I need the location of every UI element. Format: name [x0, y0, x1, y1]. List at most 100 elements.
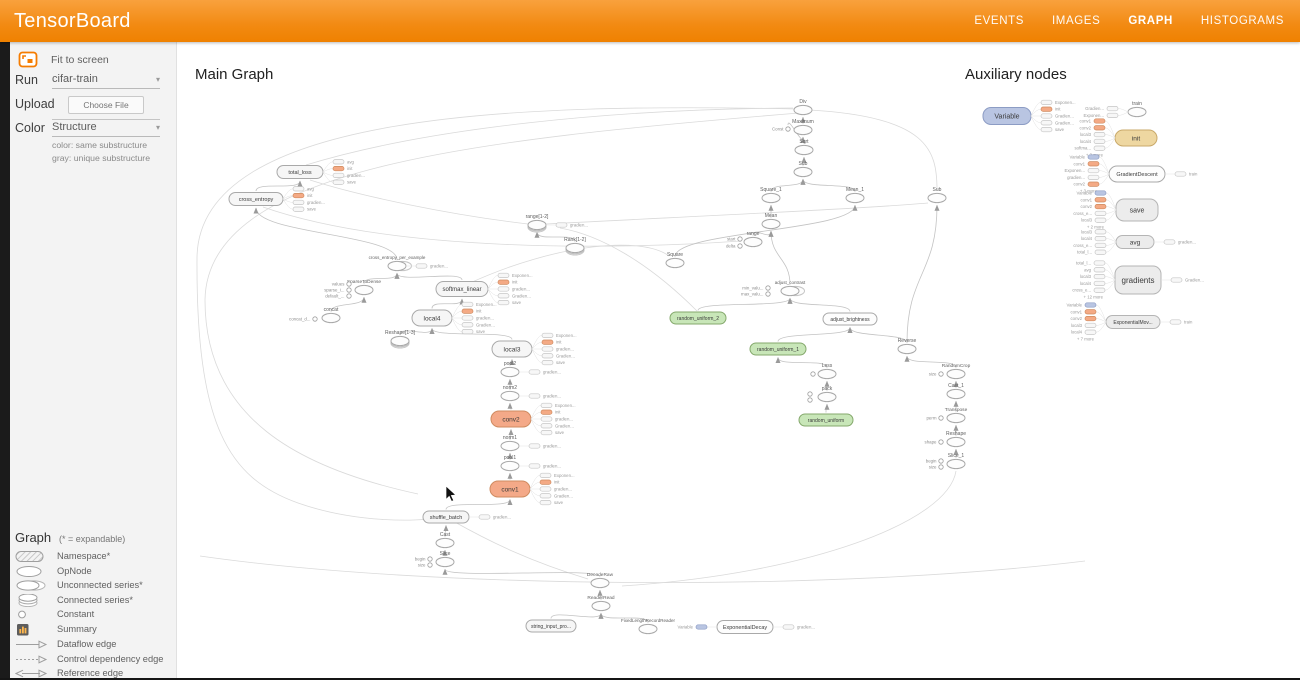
color-label: Color — [15, 121, 45, 135]
top-nav: EVENTS IMAGES GRAPH HISTOGRAMS — [974, 15, 1284, 27]
app-header: TensorBoard EVENTS IMAGES GRAPH HISTOGRA… — [0, 0, 1300, 42]
svg-text:gradien...: gradien... — [543, 464, 561, 469]
svg-text:conv2: conv2 — [1071, 316, 1083, 321]
svg-text:Gradien...: Gradien... — [476, 322, 495, 327]
svg-text:GradientDescent: GradientDescent — [1116, 172, 1158, 178]
svg-text:Rank[1-2]: Rank[1-2] — [564, 237, 586, 243]
svg-text:Slice: Slice — [440, 551, 451, 557]
run-select[interactable]: cifar-train ▾ — [52, 73, 160, 89]
svg-text:default_...: default_... — [325, 294, 344, 299]
tab-histograms[interactable]: HISTOGRAMS — [1201, 15, 1284, 27]
constant-icon — [15, 608, 51, 621]
svg-text:Div: Div — [799, 99, 807, 105]
svg-text:Exponen...: Exponen... — [556, 333, 577, 338]
svg-text:gradien...: gradien... — [556, 347, 574, 352]
svg-text:range: range — [747, 231, 760, 237]
svg-text:RandomCrop: RandomCrop — [942, 363, 971, 369]
tab-events[interactable]: EVENTS — [974, 15, 1024, 27]
control-dependency-edge-icon — [15, 653, 51, 666]
svg-text:Gradien...: Gradien... — [512, 293, 531, 298]
main-graph-title: Main Graph — [195, 66, 273, 83]
choose-file-button[interactable]: Choose File — [68, 96, 143, 114]
svg-text:gradien...: gradien... — [543, 394, 561, 399]
svg-text:Gradien...: Gradien... — [555, 423, 574, 428]
svg-text:Mean_1: Mean_1 — [846, 187, 864, 193]
svg-text:concat_d...: concat_d... — [289, 317, 310, 322]
namespace-icon — [15, 550, 51, 563]
svg-text:conv1: conv1 — [1080, 119, 1092, 124]
svg-text:Variable: Variable — [1070, 155, 1086, 160]
svg-text:gradien...: gradien... — [543, 370, 561, 375]
svg-text:+ 7 more: + 7 more — [1077, 337, 1095, 342]
left-edge-strip — [0, 42, 10, 680]
chevron-down-icon: ▾ — [156, 75, 160, 84]
svg-text:Transpose: Transpose — [945, 407, 968, 413]
fit-to-screen-label: Fit to screen — [51, 54, 109, 66]
svg-text:Cast: Cast — [440, 532, 451, 538]
legend-item-control-edge: Control dependency edge — [15, 653, 173, 667]
svg-text:local3: local3 — [1081, 218, 1093, 223]
graph-svg[interactable]: DivConstMaximumSqrtSubSquare_1Mean_1SubM… — [0, 0, 1300, 680]
summary-icon — [15, 623, 51, 636]
svg-text:string_input_pro...: string_input_pro... — [531, 624, 571, 630]
svg-text:Variable: Variable — [994, 114, 1019, 121]
svg-text:ReaderRead: ReaderRead — [587, 595, 615, 601]
svg-text:FixedLengthRecordReader: FixedLengthRecordReader — [621, 618, 676, 623]
svg-text:perm: perm — [926, 416, 936, 421]
svg-text:Square: Square — [667, 252, 683, 258]
svg-text:Reshape: Reshape — [946, 431, 966, 437]
svg-text:conv2: conv2 — [502, 416, 520, 423]
svg-text:Exponen...: Exponen... — [476, 302, 497, 307]
legend-item-namespace: Namespace* — [15, 550, 173, 564]
sidebar: Fit to screen Run cifar-train ▾ Upload C… — [10, 42, 177, 680]
svg-text:Exponen...: Exponen... — [554, 473, 575, 478]
svg-text:gradien...: gradien... — [493, 515, 511, 520]
svg-text:train: train — [1189, 172, 1198, 177]
svg-text:shape: shape — [925, 440, 938, 445]
legend-item-summary: Summary — [15, 623, 173, 637]
svg-text:size: size — [418, 563, 426, 568]
svg-text:cross_entropy: cross_entropy — [239, 197, 274, 203]
svg-text:Slice_1: Slice_1 — [948, 453, 965, 459]
opnode-icon — [15, 565, 51, 578]
auxiliary-nodes-title: Auxiliary nodes — [965, 66, 1067, 83]
chevron-down-icon: ▾ — [156, 123, 160, 132]
svg-text:Exponen...: Exponen... — [555, 403, 576, 408]
svg-text:conv2: conv2 — [1081, 204, 1093, 209]
svg-text:save: save — [556, 360, 566, 365]
svg-text:init: init — [1132, 135, 1141, 142]
svg-text:size: size — [929, 465, 937, 470]
svg-text:softma...: softma... — [1075, 146, 1091, 151]
svg-text:conv1: conv1 — [1081, 197, 1093, 202]
tab-images[interactable]: IMAGES — [1052, 15, 1100, 27]
svg-text:gradien...: gradien... — [554, 487, 572, 492]
svg-text:conv2: conv2 — [1074, 182, 1086, 187]
tab-graph[interactable]: GRAPH — [1128, 15, 1173, 27]
svg-text:save: save — [555, 430, 565, 435]
fit-to-screen-icon[interactable] — [18, 51, 38, 68]
svg-text:Mean: Mean — [765, 213, 778, 219]
svg-text:gradien...: gradien... — [543, 444, 561, 449]
svg-text:init: init — [555, 410, 561, 415]
svg-text:Variable: Variable — [678, 625, 694, 630]
svg-text:save: save — [554, 500, 564, 505]
svg-text:Exponen...: Exponen... — [1055, 100, 1076, 105]
svg-text:cross_entropy_per_example: cross_entropy_per_example — [369, 255, 426, 260]
unconnected-series-icon — [15, 579, 51, 592]
svg-text:save: save — [476, 329, 486, 334]
svg-text:Sub: Sub — [933, 187, 942, 193]
svg-text:total_loss: total_loss — [288, 170, 311, 176]
legend-item-connected-series: Connected series* — [15, 594, 173, 608]
svg-text:conv1: conv1 — [1074, 161, 1086, 166]
svg-text:DecodeRaw: DecodeRaw — [587, 572, 614, 578]
svg-text:local4: local4 — [424, 315, 441, 322]
run-select-value: cifar-train — [52, 73, 98, 85]
legend-title: Graph — [15, 530, 51, 545]
svg-text:delta: delta — [726, 244, 736, 249]
legend-item-opnode: OpNode — [15, 565, 173, 579]
svg-text:local4: local4 — [1080, 139, 1092, 144]
svg-text:Square_1: Square_1 — [760, 187, 782, 193]
color-select[interactable]: Structure ▾ — [52, 121, 160, 137]
svg-text:gradien...: gradien... — [570, 223, 588, 228]
svg-text:Sub: Sub — [799, 161, 808, 167]
